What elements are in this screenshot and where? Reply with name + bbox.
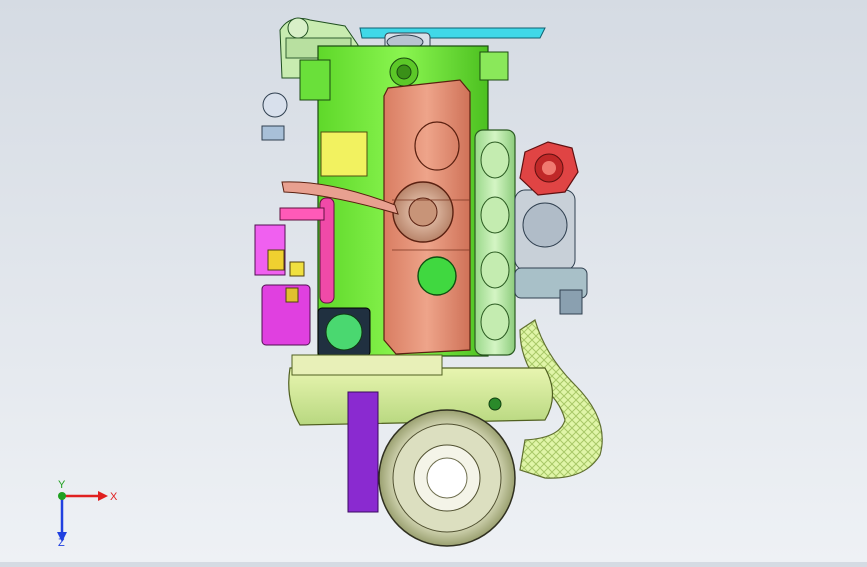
crank-pulley[interactable] xyxy=(378,409,516,547)
drive-belt[interactable] xyxy=(347,391,379,513)
y-axis-dot xyxy=(58,492,66,500)
engine-model[interactable] xyxy=(0,0,867,562)
cad-viewport[interactable]: X Y Z xyxy=(0,0,867,562)
throttle-body[interactable] xyxy=(317,307,371,357)
fuel-pump[interactable] xyxy=(254,224,311,346)
exhaust-manifold[interactable] xyxy=(474,129,516,356)
z-axis-label: Z xyxy=(58,537,65,548)
yellow-cover-plate[interactable] xyxy=(320,131,368,177)
turbo-inlet-flange[interactable] xyxy=(519,141,579,196)
cylinder-head-cover[interactable] xyxy=(383,79,471,355)
x-axis-label: X xyxy=(110,491,118,503)
oil-pan[interactable] xyxy=(288,354,554,426)
green-port-cap xyxy=(417,256,457,296)
turbocharger[interactable] xyxy=(514,189,588,315)
orientation-triad: X Y Z xyxy=(40,478,120,549)
y-axis-label: Y xyxy=(58,479,66,491)
